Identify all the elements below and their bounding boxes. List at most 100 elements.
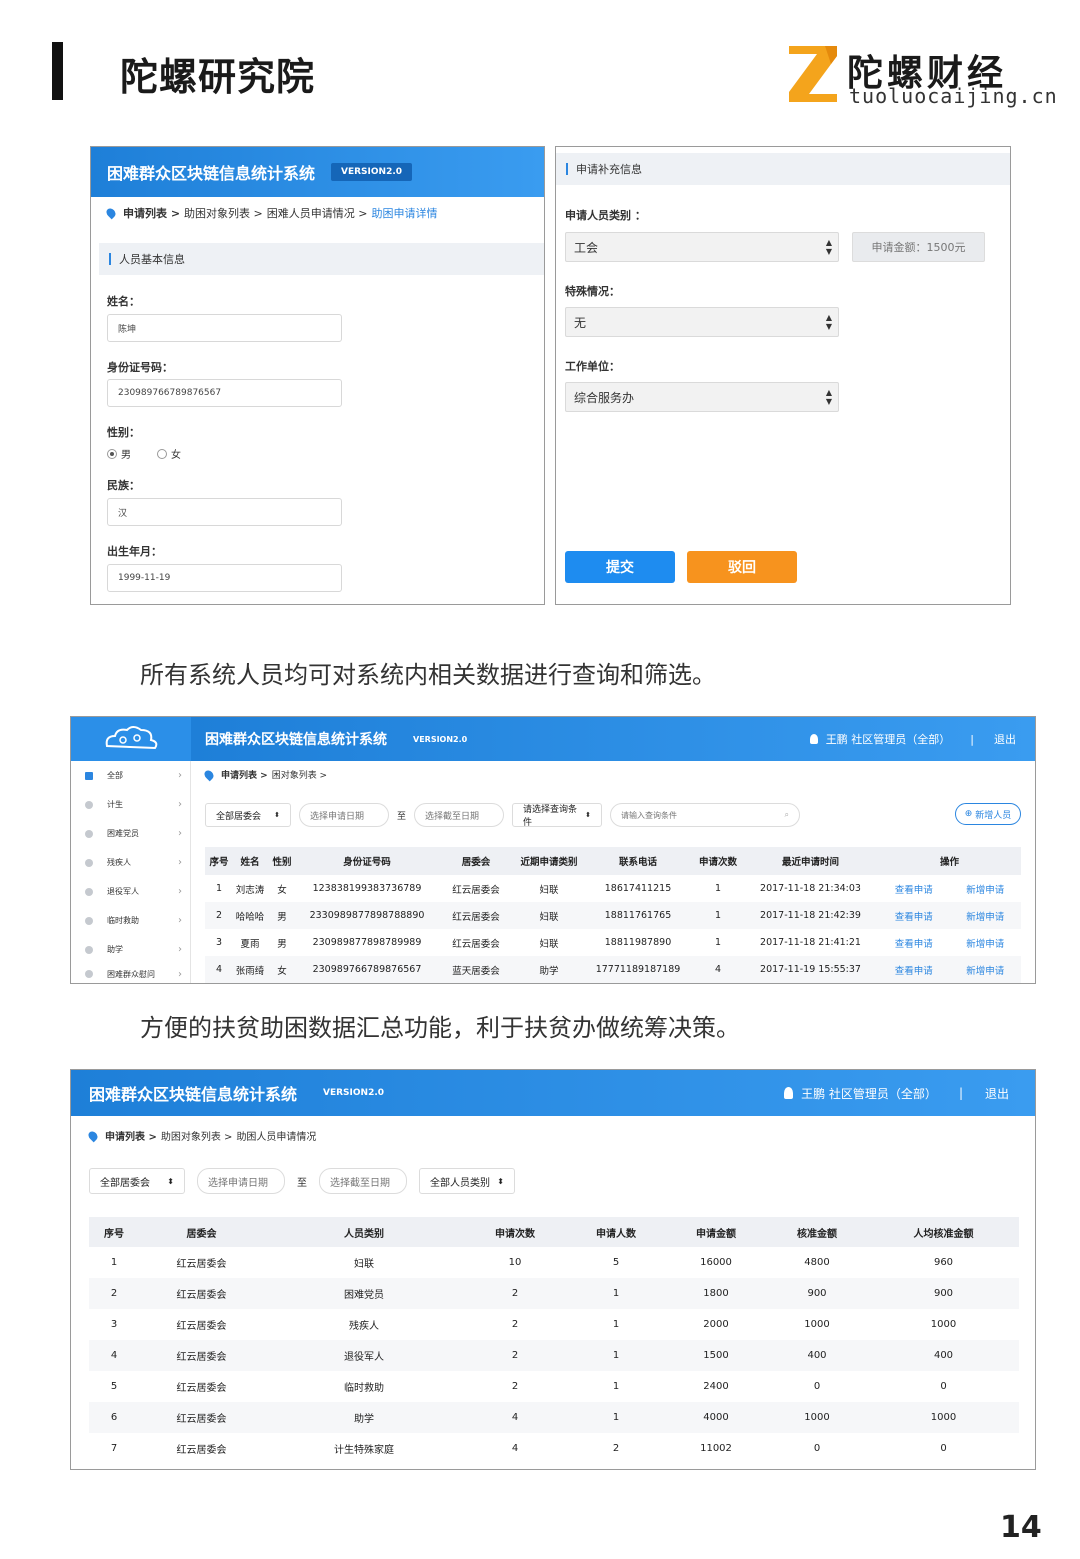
table-cell: 0 bbox=[813, 1443, 821, 1454]
special-select[interactable]: 无 ▲ ▼ bbox=[565, 307, 839, 337]
visit-icon bbox=[85, 970, 93, 978]
crumb-object-list[interactable]: 困对象列表 > bbox=[272, 768, 327, 781]
crumb-aid-list[interactable]: 助困对象列表 > bbox=[184, 205, 263, 221]
select-arrows-icon: ⬍ bbox=[167, 1176, 174, 1186]
table-cell: 计生特殊家庭 bbox=[334, 1445, 394, 1456]
view-apply-link[interactable]: 查看申请 bbox=[878, 956, 950, 983]
add-person-button[interactable]: ⊕ 新增人员 bbox=[955, 803, 1021, 825]
col-header: 居委会 bbox=[139, 1217, 264, 1247]
person-type-select[interactable]: 全部人员类别 ⬍ bbox=[419, 1168, 515, 1194]
sidebar-label: 困难党员 bbox=[107, 829, 139, 838]
gender-male-label: 男 bbox=[121, 450, 131, 461]
end-date-input[interactable]: 选择截至日期 bbox=[414, 803, 505, 827]
committee-select[interactable]: 全部居委会 ⬍ bbox=[205, 803, 291, 827]
chevron-right-icon: › bbox=[178, 857, 182, 868]
name-field[interactable]: 陈坤 bbox=[107, 314, 342, 342]
view-apply-link[interactable]: 查看申请 bbox=[878, 875, 950, 902]
table-cell: 1 bbox=[215, 883, 223, 894]
page-number: 14 bbox=[1000, 1510, 1042, 1545]
view-apply-link[interactable]: 查看申请 bbox=[878, 902, 950, 929]
table-cell: 男 bbox=[277, 938, 287, 950]
person-type-select-value: 全部人员类别 bbox=[430, 1177, 490, 1189]
new-apply-link[interactable]: 新增申请 bbox=[950, 929, 1022, 956]
crumb-person-apply[interactable]: 困难人员申请情况 > bbox=[267, 205, 368, 221]
sidebar-label: 困难群众慰问 bbox=[107, 969, 155, 979]
start-date-input[interactable]: 选择申请日期 bbox=[197, 1168, 285, 1194]
table-cell: 900 bbox=[868, 1278, 1019, 1309]
start-date-input[interactable]: 选择申请日期 bbox=[299, 803, 389, 827]
sidebar-logo bbox=[71, 717, 191, 761]
gender-female-label: 女 bbox=[171, 450, 181, 461]
sidebar-item-veteran[interactable]: 退役军人 › bbox=[71, 877, 190, 906]
breadcrumb: 申请列表 > 助困对象列表 > 助困人员申请情况 bbox=[86, 1128, 317, 1143]
user-name[interactable]: 王鹏 社区管理员（全部） bbox=[826, 731, 951, 747]
sidebar-item-disabled[interactable]: 残疾人 › bbox=[71, 848, 190, 877]
table-cell: 1800 bbox=[666, 1278, 766, 1309]
reject-button[interactable]: 驳回 bbox=[687, 551, 797, 583]
sidebar-item-family-planning[interactable]: 计生 › bbox=[71, 790, 190, 819]
crumb-apply-list[interactable]: 申请列表 > bbox=[123, 205, 180, 221]
table-cell: 4 bbox=[89, 1340, 139, 1371]
table-cell: 女 bbox=[267, 956, 297, 983]
separator: | bbox=[958, 1086, 963, 1100]
search-icon: ⌕ bbox=[784, 810, 790, 819]
condition-select[interactable]: 请选择查询条件 ⬍ bbox=[512, 803, 603, 828]
search-input[interactable]: 请输入查询条件 ⌕ bbox=[610, 803, 801, 827]
select-arrows-icon: ⬍ bbox=[585, 811, 592, 819]
table-cell: 妇联 bbox=[539, 884, 559, 896]
table-cell: 1000 bbox=[804, 1319, 830, 1330]
sidebar-item-temp-aid[interactable]: 临时救助 › bbox=[71, 906, 190, 935]
user-area: 王鹏 社区管理员（全部） | 退出 bbox=[784, 1085, 1035, 1102]
col-header: 序号 bbox=[89, 1217, 139, 1247]
table-row: 2 红云居委会 困难党员 2 1 1800 900 900 bbox=[89, 1278, 1019, 1309]
new-apply-link[interactable]: 新增申请 bbox=[949, 956, 1021, 983]
breadcrumb: 申请列表 > 助困对象列表 > 困难人员申请情况 > 助困申请详情 bbox=[104, 205, 437, 221]
ethnic-label: 民族： bbox=[107, 479, 140, 492]
table-header-row: 序号 居委会 人员类别 申请次数 申请人数 申请金额 核准金额 人均核准金额 bbox=[89, 1217, 1019, 1247]
table-cell: 2 bbox=[464, 1278, 566, 1309]
version-badge: VERSION2.0 bbox=[323, 1088, 385, 1098]
crumb-current: 助困人员申请情况 bbox=[236, 1132, 317, 1143]
new-apply-link[interactable]: 新增申请 bbox=[949, 902, 1021, 929]
gender-female-radio[interactable] bbox=[157, 448, 167, 459]
wheelchair-icon bbox=[85, 858, 93, 867]
gender-male-radio[interactable] bbox=[107, 448, 117, 459]
sidebar-item-all[interactable]: 全部 › bbox=[71, 761, 190, 790]
view-apply-link[interactable]: 查看申请 bbox=[878, 929, 950, 956]
table-cell: 1 bbox=[612, 1319, 620, 1330]
logout-link[interactable]: 退出 bbox=[994, 731, 1016, 747]
summary-panel: 困难群众区块链信息统计系统 VERSION2.0 王鹏 社区管理员（全部） | … bbox=[70, 1069, 1036, 1470]
table-cell: 红云居委会 bbox=[176, 1445, 227, 1456]
work-select[interactable]: 综合服务办 ▲ ▼ bbox=[565, 382, 839, 412]
committee-select[interactable]: 全部居委会 ⬍ bbox=[89, 1168, 185, 1194]
col-header: 身份证号码 bbox=[297, 847, 437, 875]
sidebar-item-visit[interactable]: 困难群众慰问 › bbox=[71, 964, 190, 983]
ethnic-field[interactable]: 汉 bbox=[107, 498, 342, 526]
id-field[interactable]: 230989766789876567 bbox=[107, 379, 342, 407]
table-cell: 2400 bbox=[703, 1381, 729, 1392]
crumb-aid-list[interactable]: 助困对象列表 > bbox=[161, 1128, 233, 1143]
col-header: 操作 bbox=[878, 847, 1021, 875]
table-cell: 残疾人 bbox=[349, 1321, 379, 1332]
category-select[interactable]: 工会 ▲ ▼ bbox=[565, 232, 839, 262]
select-arrows-icon: ▲ ▼ bbox=[825, 238, 832, 256]
table-cell: 2017-11-18 21:41:21 bbox=[760, 937, 861, 948]
crumb-apply-list[interactable]: 申请列表 > bbox=[221, 768, 268, 781]
submit-button[interactable]: 提交 bbox=[565, 551, 675, 583]
new-apply-link[interactable]: 新增申请 bbox=[950, 875, 1022, 902]
table-cell: 1 bbox=[566, 1340, 666, 1371]
person-table: 序号 姓名 性别 身份证号码 居委会 近期申请类别 联系电话 申请次数 最近申请… bbox=[205, 847, 1021, 983]
education-icon bbox=[85, 945, 93, 954]
end-date-input[interactable]: 选择截至日期 bbox=[319, 1168, 407, 1194]
birth-field[interactable]: 1999-11-19 bbox=[107, 564, 342, 592]
party-icon bbox=[85, 829, 93, 838]
crumb-apply-list[interactable]: 申请列表 > bbox=[105, 1128, 157, 1143]
logout-link[interactable]: 退出 bbox=[985, 1085, 1009, 1102]
col-header: 人均核准金额 bbox=[868, 1217, 1019, 1247]
user-name[interactable]: 王鹏 社区管理员（全部） bbox=[801, 1085, 937, 1102]
sidebar-item-party-member[interactable]: 困难党员 › bbox=[71, 819, 190, 848]
section-basic-info: 人员基本信息 bbox=[99, 243, 544, 275]
sidebar-item-education[interactable]: 助学 › bbox=[71, 935, 190, 964]
category-select-value: 工会 bbox=[574, 240, 599, 255]
location-pin-icon bbox=[202, 768, 216, 781]
